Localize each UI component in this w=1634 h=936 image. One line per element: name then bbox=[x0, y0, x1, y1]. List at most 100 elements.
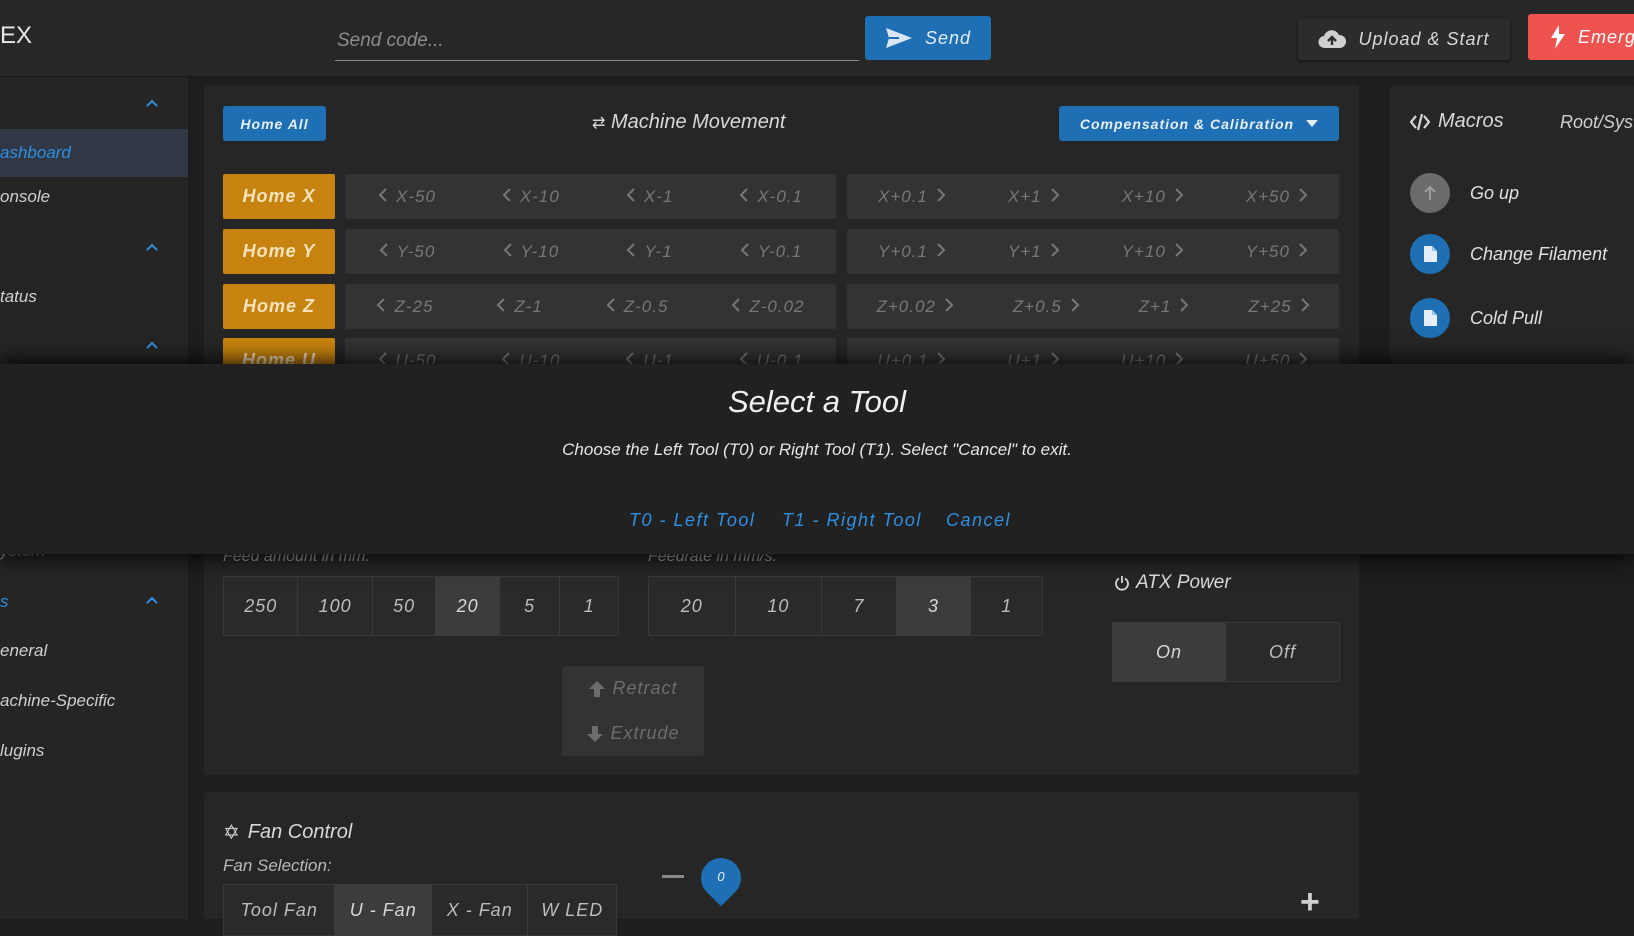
jog-positive-button[interactable]: Y+10 bbox=[1122, 242, 1184, 262]
jog-negative-button[interactable]: Z-0.5 bbox=[606, 297, 669, 317]
sidebar-item-general[interactable]: eneral bbox=[0, 641, 188, 661]
sidebar-item-plugins[interactable]: lugins bbox=[0, 741, 188, 761]
segment-option[interactable]: U - Fan bbox=[335, 885, 432, 935]
dialog-cancel-button[interactable]: Cancel bbox=[946, 510, 1011, 531]
jog-positive-button[interactable]: X+10 bbox=[1122, 187, 1184, 207]
chevron-left-icon bbox=[739, 187, 749, 207]
send-button[interactable]: Send bbox=[865, 16, 991, 60]
macro-change-filament[interactable]: Change Filament bbox=[1410, 234, 1607, 274]
jog-positive-button[interactable]: Z+1 bbox=[1139, 297, 1190, 317]
chevron-right-icon bbox=[1179, 297, 1189, 317]
home-axis-button[interactable]: Home X bbox=[223, 174, 335, 219]
tool-right-button[interactable]: T1 - Right Tool bbox=[782, 510, 922, 531]
jog-negative-button[interactable]: Z-25 bbox=[376, 297, 433, 317]
chevron-up-icon[interactable] bbox=[145, 96, 159, 110]
chevron-right-icon bbox=[1174, 242, 1184, 262]
jog-positive-button[interactable]: X+0.1 bbox=[878, 187, 946, 207]
send-code-input[interactable] bbox=[335, 22, 859, 61]
segment-option[interactable]: 1 bbox=[971, 577, 1042, 635]
emergency-stop-label: Emerg bbox=[1578, 26, 1634, 47]
send-icon bbox=[885, 28, 912, 48]
compensation-calibration-dropdown[interactable]: Compensation & Calibration bbox=[1059, 106, 1339, 141]
fan-increase-button[interactable]: + bbox=[1300, 883, 1320, 922]
jog-positive-button[interactable]: Z+25 bbox=[1248, 297, 1309, 317]
jog-negative-button[interactable]: X-50 bbox=[378, 187, 436, 207]
extrude-button[interactable]: Extrude bbox=[586, 723, 679, 744]
jog-positive-button[interactable]: Z+0.02 bbox=[876, 297, 954, 317]
sidebar-item-dashboard[interactable]: ashboard bbox=[0, 129, 188, 177]
upload-start-button[interactable]: Upload & Start bbox=[1298, 18, 1510, 60]
jog-negative-button[interactable]: Y-50 bbox=[379, 242, 436, 262]
segment-option[interactable]: 50 bbox=[373, 577, 437, 635]
jog-negative-button[interactable]: Z-0.02 bbox=[731, 297, 804, 317]
macro-cold-pull-label: Cold Pull bbox=[1470, 307, 1543, 328]
chevron-right-icon bbox=[1174, 187, 1184, 207]
jog-negative-button[interactable]: Z-1 bbox=[496, 297, 543, 317]
jog-positive-group: Y+0.1 Y+1 Y+10 Y+50 bbox=[847, 229, 1339, 274]
macro-cold-pull[interactable]: Cold Pull bbox=[1410, 298, 1542, 338]
jog-negative-group: Y-50 Y-10 Y-1 Y-0.1 bbox=[345, 229, 836, 274]
macros-root-breadcrumb[interactable]: Root/Syst bbox=[1560, 112, 1634, 133]
chevron-left-icon bbox=[379, 242, 389, 262]
jog-negative-button[interactable]: X-0.1 bbox=[739, 187, 803, 207]
jog-label: Y+10 bbox=[1121, 241, 1166, 261]
caret-down-icon bbox=[1306, 119, 1319, 127]
compensation-calibration-label: Compensation & Calibration bbox=[1079, 115, 1295, 132]
atx-on-button[interactable]: On bbox=[1113, 623, 1226, 681]
segment-option[interactable]: 20 bbox=[436, 577, 500, 635]
fan-selection-label: Fan Selection: bbox=[223, 856, 332, 875]
jog-positive-group: Z+0.02 Z+0.5 Z+1 Z+25 bbox=[847, 284, 1339, 329]
chevron-right-icon bbox=[1298, 187, 1308, 207]
jog-positive-button[interactable]: Y+50 bbox=[1246, 242, 1308, 262]
sidebar-item-status[interactable]: tatus bbox=[0, 287, 188, 307]
emergency-stop-button[interactable]: Emerg bbox=[1528, 14, 1634, 60]
tool-left-button[interactable]: T0 - Left Tool bbox=[629, 510, 755, 531]
power-icon bbox=[1115, 576, 1129, 591]
jog-label: Z+1 bbox=[1138, 296, 1172, 316]
jog-negative-button[interactable]: Y-10 bbox=[503, 242, 560, 262]
jog-positive-button[interactable]: Z+0.5 bbox=[1013, 297, 1080, 317]
jog-negative-button[interactable]: X-1 bbox=[626, 187, 673, 207]
fan-control-title-text: Fan Control bbox=[247, 821, 353, 843]
jog-negative-button[interactable]: Y-0.1 bbox=[740, 242, 802, 262]
jog-label: Y-50 bbox=[396, 241, 436, 261]
segment-option[interactable]: 7 bbox=[822, 577, 897, 635]
jog-label: Y-10 bbox=[520, 241, 560, 261]
jog-label: Y+0.1 bbox=[877, 241, 928, 261]
segment-option[interactable]: 10 bbox=[736, 577, 823, 635]
fan-icon: ✡ bbox=[223, 822, 240, 844]
jog-negative-button[interactable]: Y-1 bbox=[626, 242, 672, 262]
home-axis-button[interactable]: Home Y bbox=[223, 229, 335, 274]
segment-option[interactable]: 100 bbox=[298, 577, 373, 635]
jog-positive-button[interactable]: Y+0.1 bbox=[878, 242, 946, 262]
macro-go-up[interactable]: Go up bbox=[1410, 173, 1519, 213]
jog-positive-button[interactable]: X+50 bbox=[1246, 187, 1308, 207]
chevron-up-icon[interactable] bbox=[145, 240, 159, 254]
segment-option[interactable]: 1 bbox=[560, 577, 618, 635]
sidebar-group-settings[interactable]: s bbox=[0, 592, 188, 612]
retract-button[interactable]: Retract bbox=[588, 678, 677, 699]
chevron-up-icon[interactable] bbox=[145, 593, 159, 607]
jog-negative-button[interactable]: X-10 bbox=[502, 187, 560, 207]
macro-go-up-label: Go up bbox=[1470, 182, 1520, 203]
segment-option[interactable]: W LED bbox=[528, 885, 616, 935]
segment-option[interactable]: 250 bbox=[224, 577, 299, 635]
home-axis-button[interactable]: Home Z bbox=[223, 284, 335, 329]
chevron-right-icon bbox=[1300, 297, 1310, 317]
sidebar-item-console[interactable]: onsole bbox=[0, 187, 188, 207]
segment-option[interactable]: Tool Fan bbox=[224, 885, 336, 935]
home-all-button[interactable]: Home All bbox=[223, 106, 326, 141]
sidebar-item-machine-specific[interactable]: achine-Specific bbox=[0, 691, 188, 711]
segment-option[interactable]: X - Fan bbox=[432, 885, 529, 935]
segment-option[interactable]: 5 bbox=[500, 577, 561, 635]
segment-option[interactable]: 3 bbox=[896, 577, 972, 635]
chevron-left-icon bbox=[503, 242, 513, 262]
jog-positive-button[interactable]: X+1 bbox=[1008, 187, 1060, 207]
atx-off-button[interactable]: Off bbox=[1226, 623, 1339, 681]
segment-option[interactable]: 20 bbox=[649, 577, 736, 635]
fan-decrease-button[interactable] bbox=[662, 875, 684, 878]
jog-positive-button[interactable]: Y+1 bbox=[1008, 242, 1060, 262]
fan-control-title: ✡ Fan Control bbox=[223, 820, 352, 845]
chevron-right-icon bbox=[1070, 297, 1080, 317]
chevron-up-icon[interactable] bbox=[145, 338, 159, 352]
